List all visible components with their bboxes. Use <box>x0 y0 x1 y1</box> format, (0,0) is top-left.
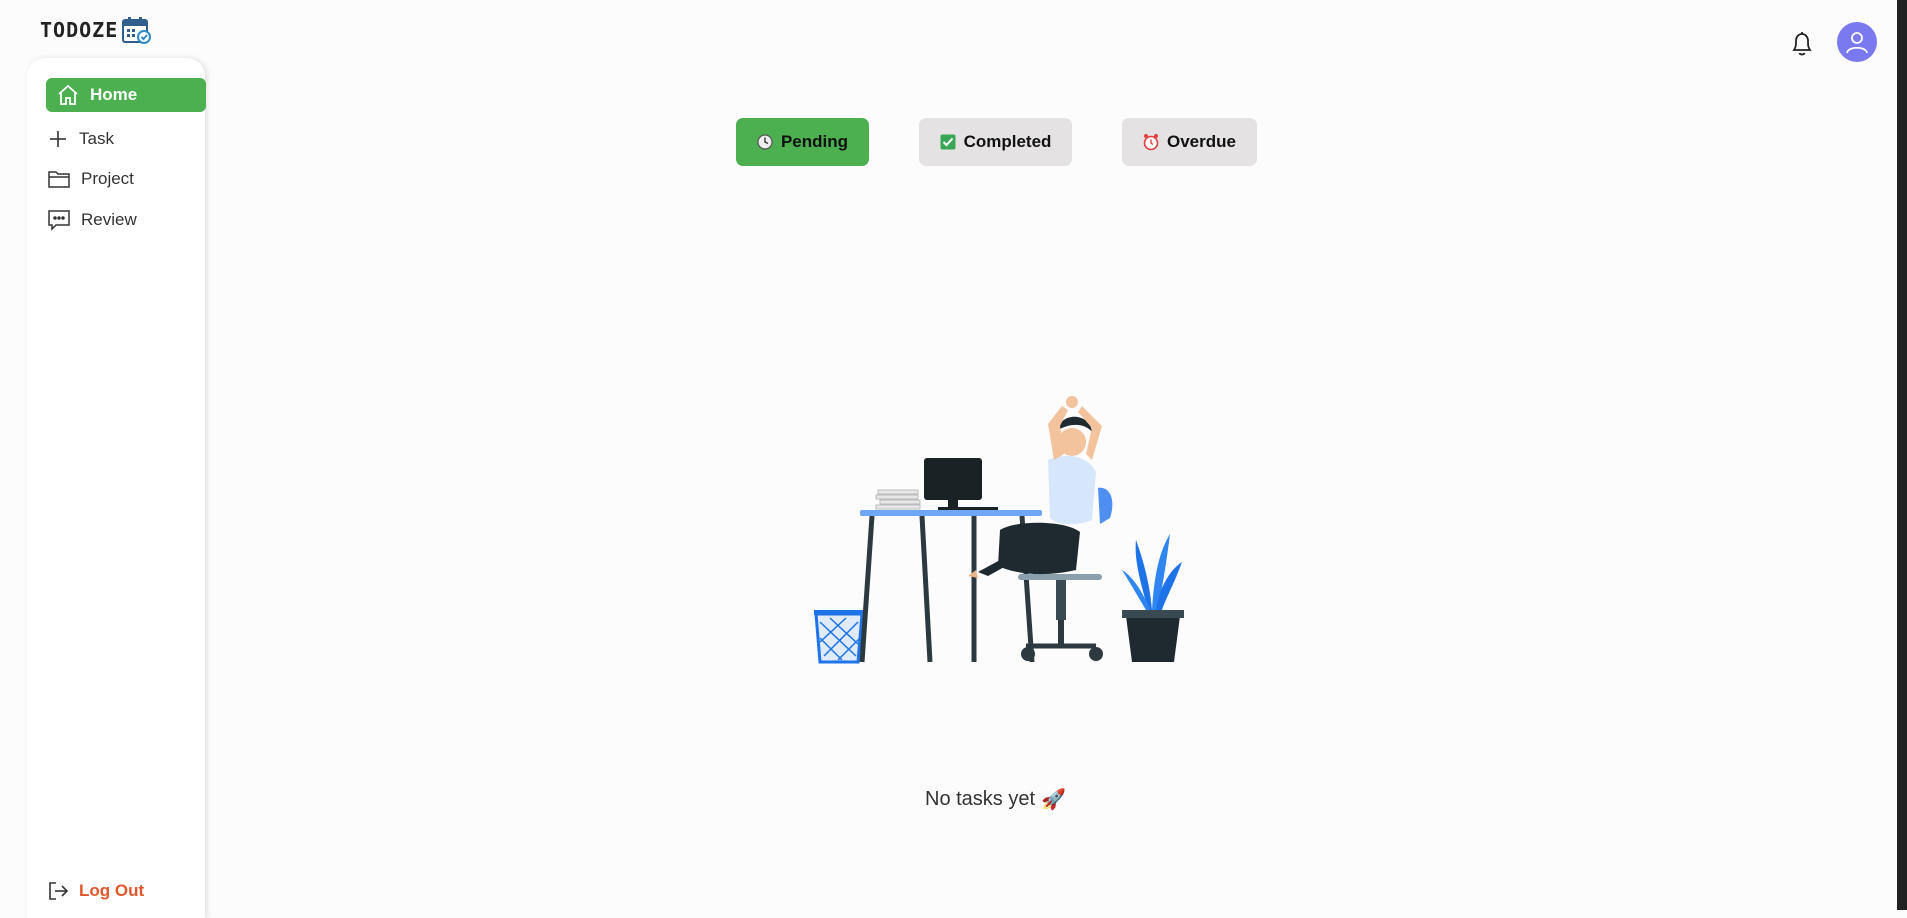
check-box-icon <box>940 134 956 150</box>
sidebar-item-label: Review <box>81 210 137 229</box>
tab-completed[interactable]: Completed <box>919 118 1072 166</box>
tab-label: Pending <box>780 132 849 151</box>
chat-icon <box>48 210 70 231</box>
sidebar-item-home[interactable]: Home <box>46 78 206 112</box>
alarm-clock-icon <box>1143 134 1159 151</box>
calendar-logo-icon <box>122 17 152 44</box>
rocket-icon: 🚀 <box>1041 789 1066 811</box>
sidebar: Home Task Project Review Log Out <box>27 58 206 918</box>
tab-label: Completed <box>963 132 1052 151</box>
logout-icon <box>49 882 69 900</box>
app-logo[interactable]: TODOZE <box>40 16 152 44</box>
user-icon <box>1846 32 1868 54</box>
clock-icon <box>757 134 773 150</box>
tab-pending[interactable]: Pending <box>736 118 869 166</box>
app-name: TODOZE <box>40 18 119 42</box>
user-avatar-button[interactable] <box>1837 22 1877 62</box>
bell-icon <box>1792 32 1812 56</box>
empty-state-illustration <box>810 390 1190 675</box>
waste-bin-icon <box>814 610 864 664</box>
sidebar-item-project[interactable]: Project <box>47 168 134 190</box>
plus-icon <box>50 131 66 147</box>
sidebar-item-review[interactable]: Review <box>47 208 137 232</box>
office-worker-illustration <box>814 396 1184 664</box>
empty-state-message: No tasks yet 🚀 <box>925 787 1066 812</box>
woman-stretching-figure <box>968 396 1102 578</box>
computer-monitor-icon <box>924 458 998 510</box>
paper-stack-icon <box>875 489 921 510</box>
logout-button[interactable]: Log Out <box>47 880 144 902</box>
window-edge <box>1897 0 1907 910</box>
logout-label: Log Out <box>79 881 145 900</box>
notifications-button[interactable] <box>1790 30 1814 63</box>
potted-plant-icon <box>1122 534 1184 662</box>
empty-state-text: No tasks yet <box>925 788 1036 810</box>
tab-overdue[interactable]: Overdue <box>1122 118 1257 166</box>
tab-label: Overdue <box>1167 132 1236 151</box>
sidebar-item-label: Project <box>81 169 134 188</box>
home-icon <box>58 84 78 105</box>
sidebar-item-label: Task <box>79 129 114 148</box>
folder-icon <box>48 171 70 188</box>
sidebar-item-label: Home <box>90 85 138 104</box>
sidebar-item-task[interactable]: Task <box>47 128 114 150</box>
